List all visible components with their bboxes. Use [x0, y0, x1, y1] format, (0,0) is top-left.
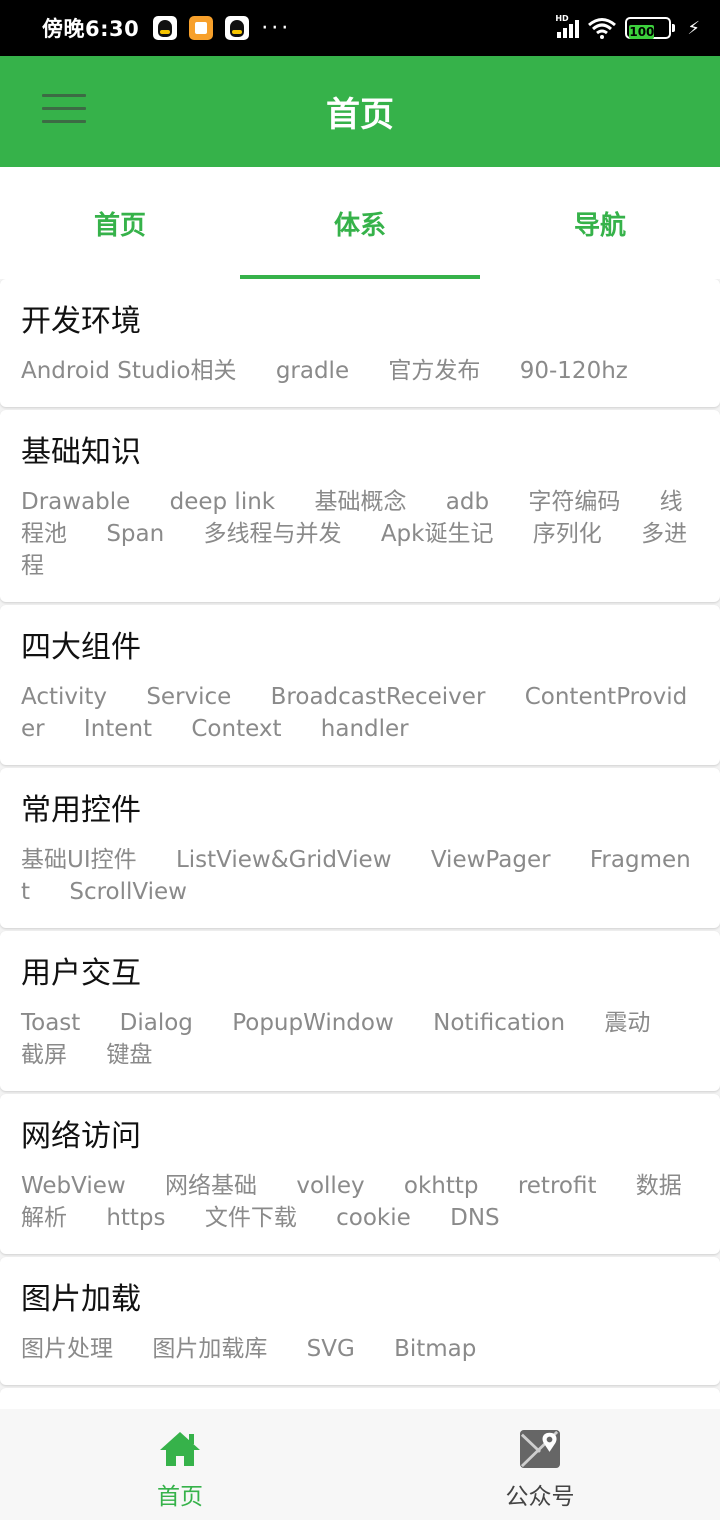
- category-card[interactable]: 开发环境 Android Studio相关 gradle 官方发布 90-120h…: [0, 279, 720, 407]
- category-tag[interactable]: Context: [191, 716, 281, 742]
- category-tag[interactable]: ListView&GridView: [176, 847, 392, 873]
- battery-icon: 100: [625, 17, 676, 39]
- more-notifications-icon: ···: [261, 15, 292, 41]
- category-card[interactable]: 基础知识 Drawable deep link 基础概念 adb 字符编码 线程池…: [0, 410, 720, 602]
- category-tag[interactable]: Bitmap: [394, 1336, 476, 1362]
- wifi-icon: [587, 17, 617, 39]
- category-tag[interactable]: 基础概念: [314, 489, 406, 515]
- menu-button[interactable]: [42, 94, 86, 128]
- category-tag[interactable]: ScrollView: [69, 879, 187, 905]
- category-tag[interactable]: 键盘: [106, 1042, 152, 1068]
- category-tag[interactable]: PopupWindow: [232, 1010, 394, 1036]
- category-card[interactable]: 数据存储: [0, 1388, 720, 1409]
- nav-item-official-account[interactable]: 公众号: [360, 1409, 720, 1520]
- bottom-nav: 首页 公众号: [0, 1409, 720, 1520]
- category-card[interactable]: 用户交互 Toast Dialog PopupWindow Notificatio…: [0, 931, 720, 1091]
- battery-level: 100: [629, 25, 655, 39]
- category-title: 基础知识: [21, 435, 141, 470]
- category-tag[interactable]: 截屏: [21, 1042, 67, 1068]
- category-card[interactable]: 网络访问 WebView 网络基础 volley okhttp retrofit …: [0, 1094, 720, 1254]
- category-tag[interactable]: Span: [106, 521, 164, 547]
- category-tag[interactable]: Toast: [21, 1010, 80, 1036]
- category-tags: Activity Service BroadcastReceiver Conte…: [21, 681, 700, 745]
- home-icon: [160, 1432, 200, 1466]
- tab-bar: 首页 体系 导航: [0, 167, 720, 279]
- category-tags: Drawable deep link 基础概念 adb 字符编码 线程池 Spa…: [21, 486, 700, 582]
- category-tag[interactable]: retrofit: [518, 1173, 597, 1199]
- category-tag[interactable]: deep link: [170, 489, 276, 515]
- nav-item-home[interactable]: 首页: [0, 1409, 360, 1520]
- category-tag[interactable]: Drawable: [21, 489, 130, 515]
- qq-icon: [225, 16, 250, 40]
- category-card[interactable]: 四大组件 Activity Service BroadcastReceiver C…: [0, 605, 720, 765]
- category-tags: 图片处理 图片加载库 SVG Bitmap: [21, 1333, 700, 1365]
- category-tag[interactable]: 多线程与并发: [204, 521, 342, 547]
- category-title: 图片加载: [21, 1282, 141, 1317]
- category-tag[interactable]: Notification: [433, 1010, 565, 1036]
- category-tag[interactable]: https: [106, 1205, 165, 1231]
- category-title: 四大组件: [21, 630, 141, 665]
- tab-home[interactable]: 首页: [0, 167, 240, 279]
- category-tag[interactable]: Android Studio相关: [21, 358, 237, 384]
- nav-label-home: 首页: [157, 1484, 203, 1510]
- category-title: 用户交互: [21, 956, 141, 991]
- map-icon: [520, 1429, 560, 1469]
- category-title: 开发环境: [21, 304, 141, 339]
- note-app-icon: [189, 16, 214, 40]
- category-title: 常用控件: [21, 793, 141, 828]
- category-card[interactable]: 常用控件基础UI控件 ListView&GridView ViewPager F…: [0, 768, 720, 928]
- category-tag[interactable]: 字符编码: [528, 489, 620, 515]
- category-tag[interactable]: BroadcastReceiver: [271, 684, 486, 710]
- signal-icon: HD: [555, 14, 580, 38]
- category-tag[interactable]: 图片加载库: [152, 1336, 267, 1362]
- page-title: 首页: [326, 95, 394, 135]
- category-tag[interactable]: DNS: [450, 1205, 500, 1231]
- category-tag[interactable]: 官方发布: [388, 358, 480, 384]
- category-tag[interactable]: handler: [321, 716, 409, 742]
- notification-icons: [153, 16, 250, 40]
- category-tag[interactable]: volley: [296, 1173, 364, 1199]
- category-tags: 基础UI控件 ListView&GridView ViewPager Fragm…: [21, 844, 700, 908]
- category-tag[interactable]: Dialog: [120, 1010, 193, 1036]
- category-tag[interactable]: 图片处理: [21, 1336, 113, 1362]
- category-tag[interactable]: ViewPager: [431, 847, 551, 873]
- category-tag[interactable]: Activity: [21, 684, 107, 710]
- hd-label: HD: [555, 14, 569, 23]
- category-tag[interactable]: Apk诞生记: [381, 521, 494, 547]
- status-bar: 傍晚6:30 ··· HD 100 ⚡: [0, 0, 720, 56]
- status-indicators: HD 100 ⚡: [555, 14, 700, 39]
- category-tag[interactable]: 90-120hz: [520, 358, 628, 384]
- category-tag[interactable]: SVG: [307, 1336, 355, 1362]
- category-tag[interactable]: okhttp: [404, 1173, 479, 1199]
- category-tag[interactable]: 震动: [604, 1010, 650, 1036]
- category-tag[interactable]: Intent: [84, 716, 152, 742]
- tab-system[interactable]: 体系: [240, 167, 480, 279]
- category-title: 网络访问: [21, 1119, 141, 1154]
- category-tags: WebView 网络基础 volley okhttp retrofit 数据解析…: [21, 1170, 700, 1234]
- status-time: 傍晚6:30: [42, 17, 140, 41]
- category-tag[interactable]: adb: [446, 489, 489, 515]
- category-tag[interactable]: cookie: [336, 1205, 411, 1231]
- category-tag[interactable]: 序列化: [533, 521, 602, 547]
- charging-icon: ⚡: [687, 17, 700, 39]
- app-bar: 首页: [0, 56, 720, 167]
- category-tag[interactable]: 文件下载: [205, 1205, 297, 1231]
- tab-navigation[interactable]: 导航: [480, 167, 720, 279]
- qq-icon: [153, 16, 178, 40]
- category-tag[interactable]: WebView: [21, 1173, 126, 1199]
- category-tag[interactable]: 网络基础: [165, 1173, 257, 1199]
- nav-label-official-account: 公众号: [505, 1484, 575, 1510]
- category-tag[interactable]: 基础UI控件: [21, 847, 137, 873]
- category-card[interactable]: 图片加载图片处理 图片加载库 SVG Bitmap: [0, 1257, 720, 1385]
- category-tags: Toast Dialog PopupWindow Notification 震动…: [21, 1007, 700, 1071]
- category-tags: Android Studio相关 gradle 官方发布 90-120hz: [21, 355, 700, 387]
- category-list: 开发环境 Android Studio相关 gradle 官方发布 90-120h…: [0, 279, 720, 1409]
- category-tag[interactable]: Service: [146, 684, 231, 710]
- category-tag[interactable]: gradle: [276, 358, 349, 384]
